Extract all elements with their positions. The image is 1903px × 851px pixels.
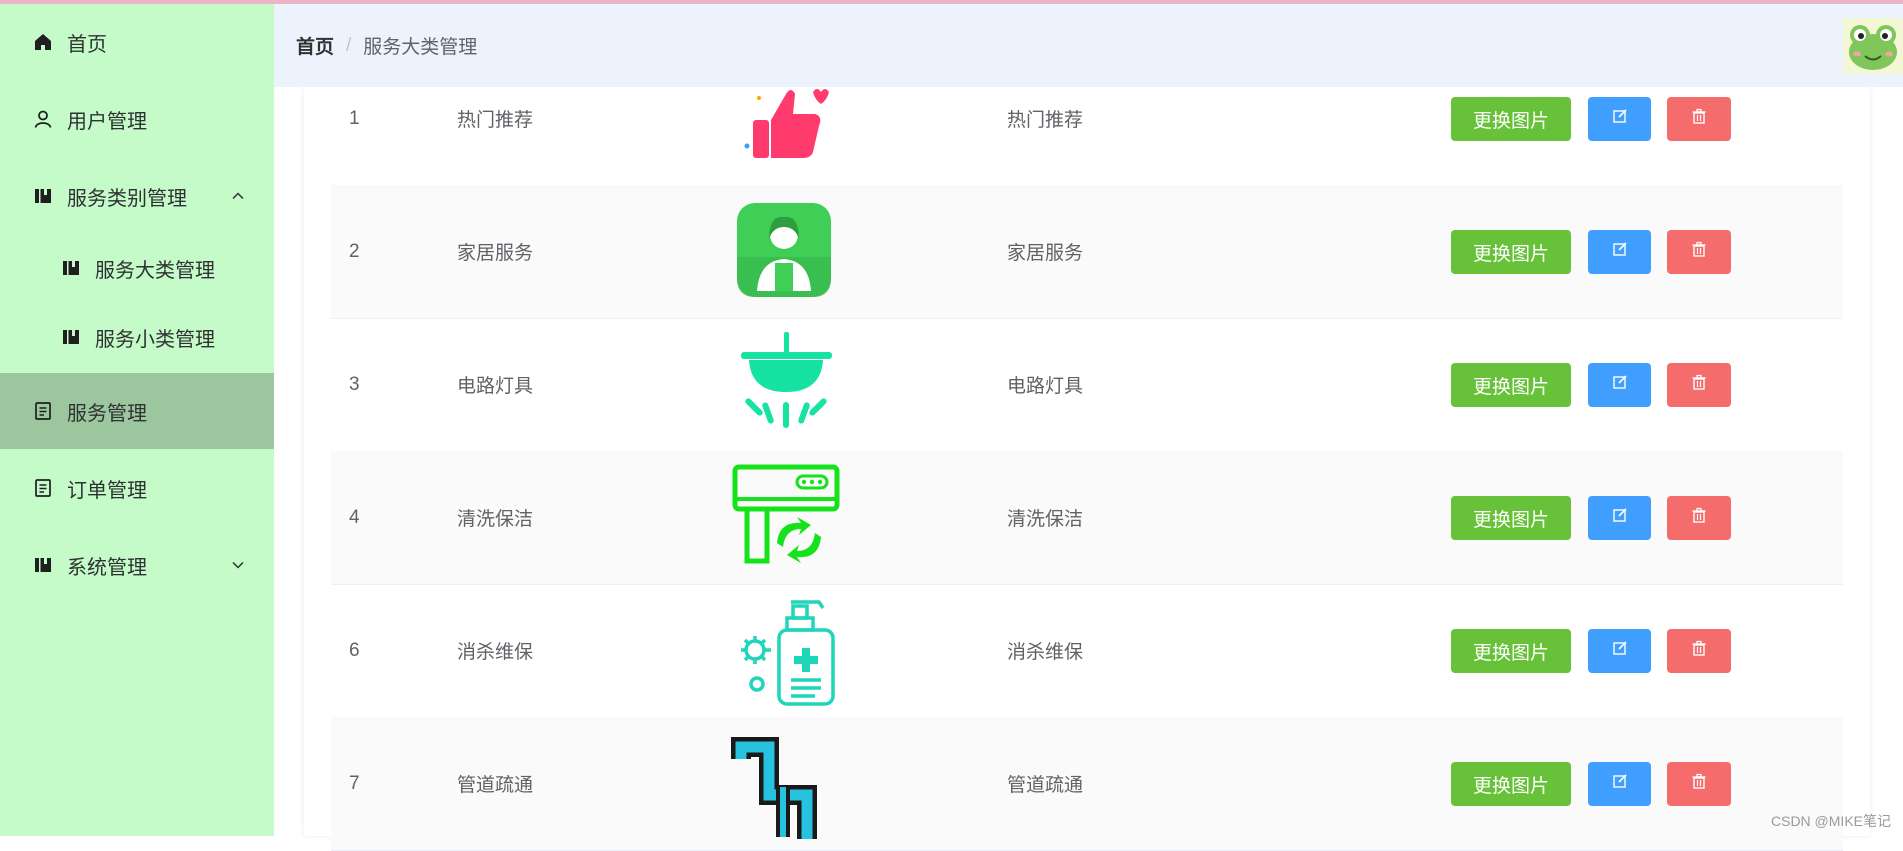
table-card: 1 热门推荐 热门推荐 更换图片 2 家居服务 家居服务 更换图片 3 电路灯具… <box>304 87 1870 851</box>
sidebar-item-service-minor-category[interactable]: 服务小类管理 <box>0 299 274 375</box>
row-id: 3 <box>349 373 360 395</box>
delete-icon <box>1691 241 1707 263</box>
delete-button[interactable] <box>1667 496 1731 540</box>
edit-button[interactable] <box>1588 629 1651 673</box>
edit-button[interactable] <box>1588 230 1651 274</box>
row-id: 4 <box>349 506 360 528</box>
sidebar-item-label: 用户管理 <box>67 110 147 133</box>
edit-icon <box>1612 640 1628 662</box>
delete-button[interactable] <box>1667 97 1731 141</box>
table-row: 4 清洗保洁 清洗保洁 更换图片 <box>331 451 1843 585</box>
delete-icon <box>1691 374 1707 396</box>
sidebar-item-orders[interactable]: 订单管理 <box>0 450 274 526</box>
row-name: 家居服务 <box>457 243 534 264</box>
table-row: 3 电路灯具 电路灯具 更换图片 <box>331 318 1843 452</box>
breadcrumb-current: 服务大类管理 <box>363 37 478 58</box>
sanitizer-virus-icon <box>731 596 841 706</box>
breadcrumb: 首页 / 服务大类管理 <box>296 4 477 87</box>
row-name-secondary: 管道疏通 <box>1007 775 1084 796</box>
row-name: 清洗保洁 <box>457 509 534 530</box>
sidebar-item-label: 首页 <box>67 33 107 56</box>
row-id: 7 <box>349 772 360 794</box>
edit-button[interactable] <box>1588 762 1651 806</box>
pipe-icon <box>731 729 841 839</box>
table-row: 7 管道疏通 管道疏通 更换图片 <box>331 717 1843 851</box>
air-conditioner-clean-icon <box>731 463 841 573</box>
delete-button[interactable] <box>1667 629 1731 673</box>
row-name-secondary: 清洗保洁 <box>1007 509 1084 530</box>
sidebar-item-label: 服务大类管理 <box>95 259 215 282</box>
ceiling-lamp-icon <box>731 330 841 440</box>
top-accent-line <box>0 0 1903 4</box>
row-name-secondary: 家居服务 <box>1007 243 1084 264</box>
chevron-up-icon <box>230 188 246 204</box>
row-name-secondary: 电路灯具 <box>1007 376 1084 397</box>
breadcrumb-home[interactable]: 首页 <box>296 32 334 59</box>
row-id: 2 <box>349 240 360 262</box>
watermark: CSDN @MIKE笔记 <box>1771 813 1891 829</box>
edit-button[interactable] <box>1588 97 1651 141</box>
housekeeper-icon <box>731 197 841 307</box>
delete-icon <box>1691 108 1707 130</box>
change-image-button[interactable]: 更换图片 <box>1451 230 1571 274</box>
edit-icon <box>1612 374 1628 396</box>
chevron-down-icon <box>230 557 246 573</box>
row-name: 消杀维保 <box>457 642 534 663</box>
sidebar-item-service-category[interactable]: 服务类别管理 <box>0 158 274 234</box>
user-icon <box>32 108 54 130</box>
document-icon <box>32 400 54 422</box>
delete-icon <box>1691 773 1707 795</box>
edit-icon <box>1612 241 1628 263</box>
edit-icon <box>1612 108 1628 130</box>
sidebar-item-label: 服务管理 <box>67 402 147 425</box>
change-image-button[interactable]: 更换图片 <box>1451 363 1571 407</box>
edit-icon <box>1612 773 1628 795</box>
row-name: 电路灯具 <box>457 376 534 397</box>
delete-button[interactable] <box>1667 762 1731 806</box>
change-image-button[interactable]: 更换图片 <box>1451 496 1571 540</box>
header: 首页 / 服务大类管理 <box>274 4 1903 87</box>
document-icon <box>32 477 54 499</box>
sidebar-item-home[interactable]: 首页 <box>0 4 274 80</box>
row-name-secondary: 消杀维保 <box>1007 642 1084 663</box>
change-image-button[interactable]: 更换图片 <box>1451 629 1571 673</box>
sidebar-item-label: 服务类别管理 <box>67 187 187 210</box>
edit-button[interactable] <box>1588 496 1651 540</box>
sidebar-item-service-management[interactable]: 服务管理 <box>0 373 274 449</box>
change-image-button[interactable]: 更换图片 <box>1451 762 1571 806</box>
table-row: 6 消杀维保 消杀维保 更换图片 <box>331 584 1843 718</box>
row-name: 管道疏通 <box>457 775 534 796</box>
sidebar-item-label: 系统管理 <box>67 556 147 579</box>
delete-icon <box>1691 507 1707 529</box>
book-icon <box>60 326 82 348</box>
sidebar-item-system[interactable]: 系统管理 <box>0 527 274 603</box>
delete-button[interactable] <box>1667 363 1731 407</box>
edit-icon <box>1612 507 1628 529</box>
book-icon <box>60 257 82 279</box>
delete-button[interactable] <box>1667 230 1731 274</box>
delete-icon <box>1691 640 1707 662</box>
breadcrumb-separator: / <box>346 34 352 56</box>
book-icon <box>32 185 54 207</box>
change-image-button[interactable]: 更换图片 <box>1451 97 1571 141</box>
book-icon <box>32 554 54 576</box>
avatar[interactable] <box>1843 18 1903 74</box>
table-row: 2 家居服务 家居服务 更换图片 <box>331 185 1843 319</box>
sidebar: 首页 用户管理 服务类别管理 服务大类管理 服务小类管理 服务管理 订单管理 系… <box>0 0 274 836</box>
sidebar-item-label: 服务小类管理 <box>95 328 215 351</box>
sidebar-item-users[interactable]: 用户管理 <box>0 81 274 157</box>
row-id: 6 <box>349 639 360 661</box>
edit-button[interactable] <box>1588 363 1651 407</box>
home-icon <box>32 31 54 53</box>
sidebar-item-service-major-category[interactable]: 服务大类管理 <box>0 230 274 306</box>
sidebar-item-label: 订单管理 <box>67 479 147 502</box>
